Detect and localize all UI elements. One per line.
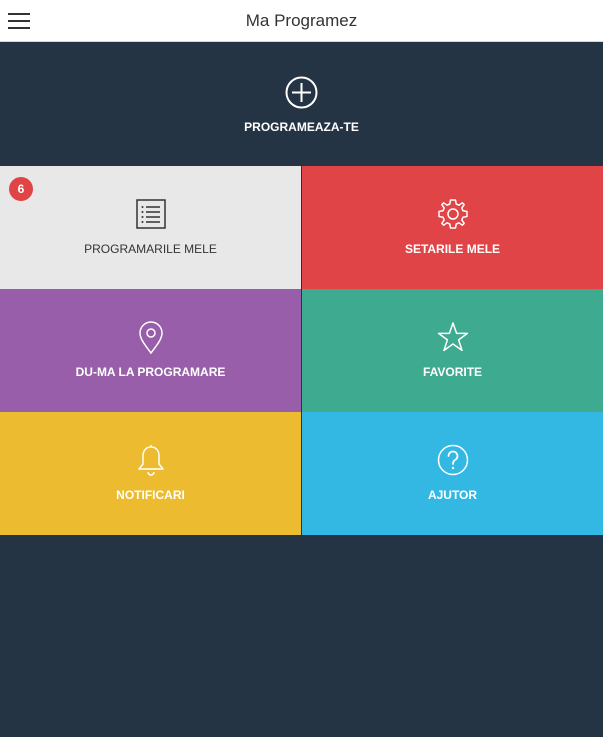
star-icon xyxy=(437,322,468,352)
favorites-tile[interactable]: FAVORITE xyxy=(302,289,603,412)
my-appointments-tile[interactable]: 6 PROGRAMARILE MELE xyxy=(0,166,301,289)
notifications-label: NOTIFICARI xyxy=(116,488,185,502)
help-tile[interactable]: AJUTOR xyxy=(302,412,603,535)
appointments-count-badge: 6 xyxy=(9,177,33,201)
directions-label: DU-MA LA PROGRAMARE xyxy=(75,365,226,379)
app-title: Ma Programez xyxy=(245,11,358,30)
map-pin-icon xyxy=(138,321,163,355)
list-icon xyxy=(135,199,166,229)
my-appointments-label: PROGRAMARILE MELE xyxy=(84,242,217,256)
favorites-label: FAVORITE xyxy=(422,365,483,379)
plus-circle-icon xyxy=(285,76,318,109)
notifications-tile[interactable]: NOTIFICARI xyxy=(0,412,301,535)
my-settings-tile[interactable]: SETARILE MELE xyxy=(302,166,603,289)
gear-icon xyxy=(437,199,468,229)
directions-tile[interactable]: DU-MA LA PROGRAMARE xyxy=(0,289,301,412)
help-circle-icon xyxy=(437,444,468,476)
schedule-label: PROGRAMEAZA-TE xyxy=(244,120,359,134)
my-settings-label: SETARILE MELE xyxy=(404,242,501,256)
schedule-button[interactable]: PROGRAMEAZA-TE xyxy=(0,42,603,166)
bell-icon xyxy=(137,445,164,476)
help-label: AJUTOR xyxy=(427,488,478,502)
top-bar: Ma Programez xyxy=(0,0,603,42)
